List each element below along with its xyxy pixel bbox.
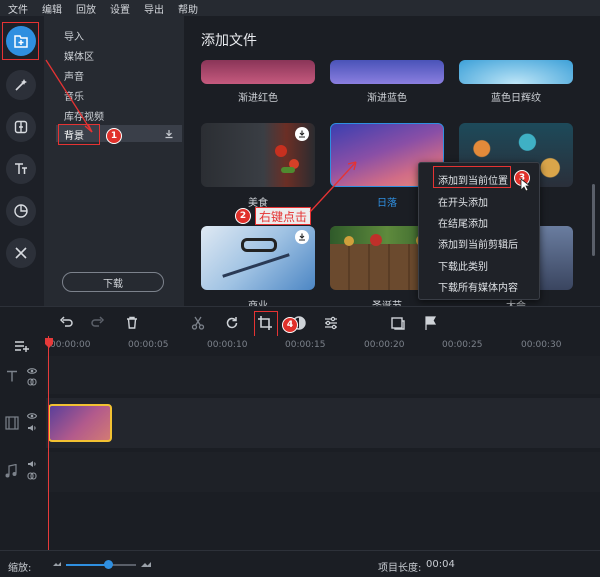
download-icon[interactable] <box>164 129 174 139</box>
zoom-out-icon[interactable] <box>52 559 62 569</box>
label-gradient-blue: 渐进蓝色 <box>367 93 407 104</box>
audio-track[interactable] <box>46 452 600 492</box>
cut-icon[interactable] <box>190 315 206 331</box>
tick-10: 00:00:10 <box>207 340 248 350</box>
transitions-tool[interactable] <box>6 112 36 142</box>
business-download-icon[interactable] <box>295 230 309 244</box>
ctx-download-all[interactable]: 下载所有媒体内容 <box>438 279 518 294</box>
transitions-icon <box>14 120 28 134</box>
tools-tool[interactable] <box>6 238 36 268</box>
text-track-icon <box>7 370 17 382</box>
tick-15: 00:00:15 <box>285 340 326 350</box>
menubar: 文件 编辑 回放 设置 导出 帮助 <box>0 0 600 16</box>
adjust-icon[interactable] <box>323 315 339 331</box>
zoom-in-icon[interactable] <box>140 558 152 570</box>
label-blue-sunburst: 蓝色日辉纹 <box>491 93 541 104</box>
highlight-crop <box>254 311 278 338</box>
text-tool[interactable] <box>6 154 36 184</box>
status-bar: 缩放: 项目长度: 00:04 <box>0 550 600 577</box>
clip-properties-icon[interactable] <box>390 315 406 331</box>
tools-icon <box>15 247 27 259</box>
text-track-eye-icon[interactable] <box>27 367 37 375</box>
edit-toolbar <box>0 306 600 336</box>
side-item-sound[interactable]: 声音 <box>64 68 84 83</box>
side-item-media[interactable]: 媒体区 <box>64 48 94 63</box>
tick-25: 00:00:25 <box>442 340 483 350</box>
highlight-add-current <box>433 166 511 188</box>
marker-icon[interactable] <box>422 315 438 331</box>
project-length-value: 00:04 <box>426 559 455 570</box>
text-track-link-icon[interactable] <box>27 378 37 386</box>
text-icon <box>15 163 27 174</box>
label-gradient-red: 渐进红色 <box>238 93 278 104</box>
menu-file[interactable]: 文件 <box>8 1 28 16</box>
rotate-icon[interactable] <box>224 315 240 331</box>
delete-icon[interactable] <box>124 315 140 331</box>
add-track-icon[interactable] <box>14 339 30 353</box>
tick-5: 00:00:05 <box>128 340 169 350</box>
tick-0: 00:00:00 <box>50 340 91 350</box>
menu-settings[interactable]: 设置 <box>110 1 130 16</box>
side-item-music[interactable]: 音乐 <box>64 88 84 103</box>
download-button[interactable]: 下载 <box>62 272 164 292</box>
highlight-background-item <box>58 124 100 145</box>
playhead[interactable] <box>48 336 49 550</box>
zoom-slider-fill <box>66 564 108 566</box>
menu-edit[interactable]: 编辑 <box>42 1 62 16</box>
tick-20: 00:00:20 <box>364 340 405 350</box>
ctx-download-category[interactable]: 下载此类别 <box>438 258 488 273</box>
ctx-add-after-clip[interactable]: 添加到当前剪辑后 <box>438 236 518 251</box>
thumb-food[interactable] <box>201 123 315 187</box>
playhead-handle-icon[interactable] <box>45 338 53 348</box>
undo-icon[interactable] <box>58 315 74 331</box>
side-item-import[interactable]: 导入 <box>64 28 84 43</box>
music-track-icon <box>5 464 17 478</box>
project-length-label: 项目长度: <box>378 563 422 574</box>
magic-wand-tool[interactable] <box>6 70 36 100</box>
stickers-tool[interactable] <box>6 196 36 226</box>
audio-track-volume-icon[interactable] <box>27 460 37 468</box>
audio-track-link-icon[interactable] <box>27 472 37 480</box>
video-track-audio-icon[interactable] <box>27 424 37 432</box>
callout-1: 1 <box>106 128 122 144</box>
ctx-add-at-start[interactable]: 在开头添加 <box>438 194 488 209</box>
menu-export[interactable]: 导出 <box>144 1 164 16</box>
menu-playback[interactable]: 回放 <box>76 1 96 16</box>
thumb-business[interactable] <box>201 226 315 290</box>
mouse-cursor-icon <box>520 178 532 192</box>
side-menu: 导入 媒体区 声音 音乐 库存视频 背景 下载 <box>44 16 184 306</box>
thumb-gradient-blue[interactable] <box>330 60 444 84</box>
content-scrollbar[interactable] <box>592 184 595 256</box>
callout-4: 4 <box>282 317 298 333</box>
redo-icon[interactable] <box>90 315 106 331</box>
stickers-icon <box>14 204 28 218</box>
highlight-import-tool <box>2 22 39 60</box>
time-ruler[interactable]: 00:00:00 00:00:05 00:00:10 00:00:15 00:0… <box>46 336 600 354</box>
food-download-icon[interactable] <box>295 127 309 141</box>
video-track-icon <box>5 416 19 430</box>
video-track[interactable] <box>46 398 600 448</box>
text-track[interactable] <box>46 356 600 394</box>
thumb-blue-sunburst[interactable] <box>459 60 573 84</box>
ctx-add-at-end[interactable]: 在结尾添加 <box>438 215 488 230</box>
side-item-stock-video[interactable]: 库存视频 <box>64 108 104 123</box>
tick-30: 00:00:30 <box>521 340 562 350</box>
zoom-label: 缩放: <box>8 563 32 574</box>
zoom-slider-handle[interactable] <box>103 560 113 569</box>
sunset-clip[interactable] <box>48 404 112 442</box>
menu-help[interactable]: 帮助 <box>178 1 198 16</box>
magic-wand-icon <box>15 79 27 91</box>
right-click-label: 右键点击 <box>255 207 312 225</box>
video-track-eye-icon[interactable] <box>27 412 37 420</box>
timeline: 00:00:00 00:00:05 00:00:10 00:00:15 00:0… <box>0 336 600 550</box>
thumb-gradient-red[interactable] <box>201 60 315 84</box>
callout-2: 2 <box>235 208 251 224</box>
content-title: 添加文件 <box>201 33 257 49</box>
